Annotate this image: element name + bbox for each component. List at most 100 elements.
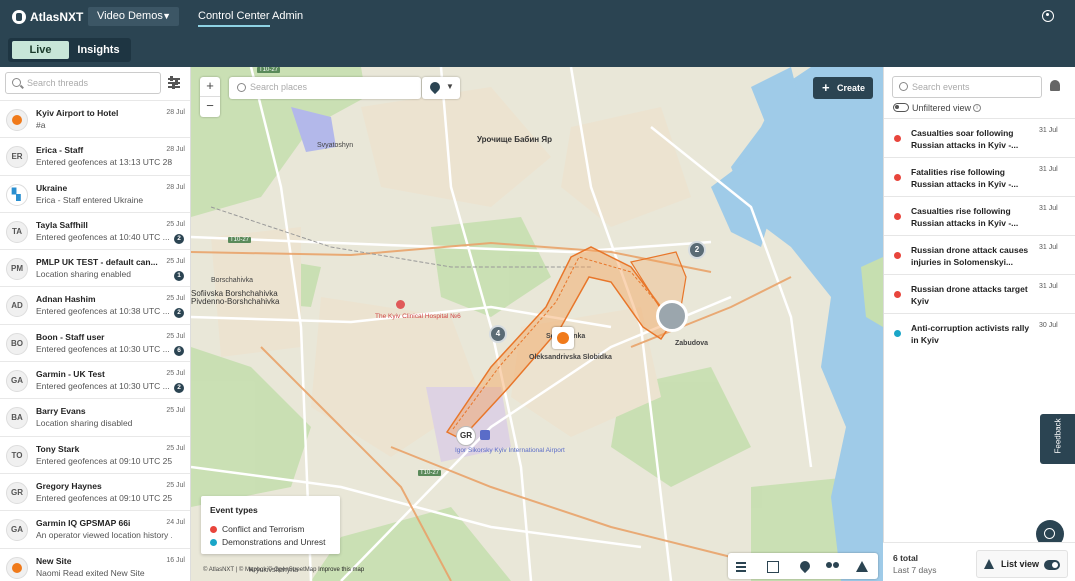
thread-title: PMLP UK TEST - default can...	[36, 257, 158, 268]
insights-tab[interactable]: Insights	[70, 41, 127, 59]
unfiltered-view-toggle[interactable]	[893, 103, 909, 112]
thread-date: 28 Jul	[166, 146, 185, 154]
events-footer: 6 total Last 7 days List view	[883, 542, 1075, 581]
organization-selector[interactable]: Video Demos ▼	[88, 7, 179, 26]
place-search-input[interactable]: Search places	[229, 77, 421, 99]
avatar: PM	[6, 258, 28, 281]
thread-list-item[interactable]: BO Boon - Staff user Entered geofences at …	[0, 323, 190, 361]
event-title: Casualties soar following Russian attack…	[911, 128, 1019, 150]
events-search-input[interactable]: Search events	[892, 76, 1042, 98]
attribution-mapbox[interactable]: © Mapbox	[239, 567, 266, 573]
map-style-icon[interactable]	[759, 553, 784, 579]
layers-settings-icon[interactable]	[728, 553, 753, 579]
list-view-label: List view	[1001, 559, 1040, 569]
thread-list-item[interactable]: GA Garmin IQ GPSMAP 66i An operator viewed…	[0, 510, 190, 547]
thread-title: Boon - Staff user	[36, 331, 105, 342]
user-account-icon[interactable]	[1042, 10, 1054, 22]
zoom-out-button[interactable]: −	[200, 97, 220, 117]
avatar: BO	[6, 332, 28, 355]
event-list-item[interactable]: Russian drone attack causes injuries in …	[884, 235, 1075, 274]
warning-icon[interactable]	[849, 553, 874, 579]
search-icon	[237, 83, 246, 92]
thread-list-item[interactable]: UkraineErica - Staff entered Ukraine 28 J…	[0, 174, 190, 212]
thread-date: 25 Jul	[166, 295, 185, 303]
thread-list-item[interactable]: AD Adnan Hashim Entered geofences at 10:38…	[0, 286, 190, 323]
thread-list-item[interactable]: BA Barry Evans Location sharing disabled 25…	[0, 398, 190, 435]
nav-admin[interactable]: Admin	[272, 10, 303, 22]
warning-icon	[984, 559, 994, 569]
feedback-label: Feedback	[1053, 418, 1063, 454]
attribution-atlas[interactable]: © AtlasNXT	[203, 567, 234, 573]
event-list-item[interactable]: Casualties rise following Russian attack…	[884, 196, 1075, 235]
thread-date: 25 Jul	[166, 220, 185, 228]
road-shield-label: T10-27	[228, 237, 252, 243]
unread-count-badge: 2	[174, 308, 184, 319]
thread-list-item[interactable]: TA Tayla Saffhill Entered geofences at 10:…	[0, 211, 190, 249]
improve-map-link[interactable]: Improve this map	[318, 567, 364, 573]
zoom-in-button[interactable]: +	[200, 77, 220, 97]
thread-subtitle: Entered geofences at 10:38 UTC ...	[36, 306, 170, 317]
road-shield-label: T10-27	[418, 470, 442, 476]
site-marker[interactable]	[552, 327, 574, 349]
avatar	[6, 556, 28, 579]
attribution-osm[interactable]: © OpenStreetMap	[268, 567, 316, 573]
avatar: ER	[6, 146, 28, 169]
notification-bell-icon[interactable]	[1050, 80, 1060, 91]
avatar: GR	[6, 481, 28, 504]
event-date: 31 Jul	[1039, 244, 1058, 251]
threads-search-input[interactable]: Search threads	[5, 72, 161, 94]
map-place-label: Igor Sikorsky Kyiv International Airport	[455, 447, 565, 454]
thread-list-item[interactable]: Kyiv Airport to Hotel #a 28 Jul	[0, 100, 190, 137]
place-search-placeholder: Search places	[250, 82, 308, 92]
feedback-button[interactable]: Feedback	[1040, 414, 1075, 464]
event-list-item[interactable]: Russian drone attacks target Kyiv 31 Jul	[884, 274, 1075, 313]
thread-title: Gregory Haynes	[36, 480, 102, 491]
nav-control-center[interactable]: Control Center	[198, 10, 270, 27]
filter-sliders-icon[interactable]	[168, 76, 180, 89]
event-title: Casualties rise following Russian attack…	[911, 206, 1019, 228]
map-attribution: © AtlasNXT | © Mapbox © OpenStreetMap Im…	[203, 567, 365, 573]
cluster-marker[interactable]: 2	[688, 241, 706, 259]
events-list: Casualties soar following Russian attack…	[884, 118, 1075, 352]
thread-list-item[interactable]: ER Erica - Staff Entered geofences at 13:1…	[0, 137, 190, 174]
thread-subtitle: Location sharing disabled	[36, 418, 133, 429]
event-list-item[interactable]: Fatalities rise following Russian attack…	[884, 157, 1075, 196]
thread-title: Garmin IQ GPSMAP 66i	[36, 518, 131, 529]
event-date: 30 Jul	[1039, 322, 1058, 329]
cluster-marker[interactable]: 4	[489, 325, 507, 343]
map-place-label: Oleksandrivska Slobidka	[529, 354, 612, 361]
create-button[interactable]: + Create	[813, 77, 873, 99]
event-type-dot	[894, 213, 901, 220]
list-view-toggle[interactable]: List view	[976, 550, 1068, 578]
thread-list-item[interactable]: GR Gregory Haynes Entered geofences at 09:…	[0, 472, 190, 510]
avatar	[6, 109, 28, 131]
live-tab[interactable]: Live	[12, 41, 69, 59]
threads-search-placeholder: Search threads	[27, 78, 89, 88]
event-list-item[interactable]: Anti-corruption activists rally in Kyiv 3…	[884, 313, 1075, 352]
app-logo[interactable]: AtlasNXT	[12, 8, 83, 25]
map-place-label: The Kyiv Clinical Hospital №6	[375, 313, 461, 320]
people-group-icon[interactable]	[820, 553, 845, 579]
location-type-dropdown[interactable]: ▼	[422, 77, 460, 99]
event-type-dot	[894, 291, 901, 298]
thread-list-item[interactable]: PM PMLP UK TEST - default can... Location …	[0, 249, 190, 286]
location-pin-icon[interactable]	[792, 553, 817, 579]
event-type-dot	[894, 135, 901, 142]
thread-title: Garmin - UK Test	[36, 369, 105, 380]
group-marker-icon[interactable]	[656, 300, 688, 332]
unread-count-badge: 6	[174, 345, 184, 356]
info-icon[interactable]: i	[973, 104, 981, 112]
thread-list-item[interactable]: New Site Naomi Read exited New Site 16 Jul	[0, 547, 190, 581]
user-marker[interactable]: GR	[456, 426, 476, 446]
avatar: TA	[6, 220, 28, 243]
event-date: 31 Jul	[1039, 127, 1058, 134]
event-types-legend: Event types Conflict and Terrorism Demon…	[201, 496, 340, 554]
event-type-dot	[894, 330, 901, 337]
toggle-switch[interactable]	[1044, 560, 1060, 570]
thread-list-item[interactable]: TO Tony Stark Entered geofences at 09:10 U…	[0, 435, 190, 473]
event-list-item[interactable]: Casualties soar following Russian attack…	[884, 118, 1075, 157]
map-view[interactable]: Урочище Бабин Яр Sofiivska Borshchahivka T…	[191, 67, 883, 581]
chevron-down-icon: ▼	[162, 11, 171, 21]
avatar: TO	[6, 444, 28, 467]
thread-list-item[interactable]: GA Garmin - UK Test Entered geofences at 1…	[0, 361, 190, 398]
